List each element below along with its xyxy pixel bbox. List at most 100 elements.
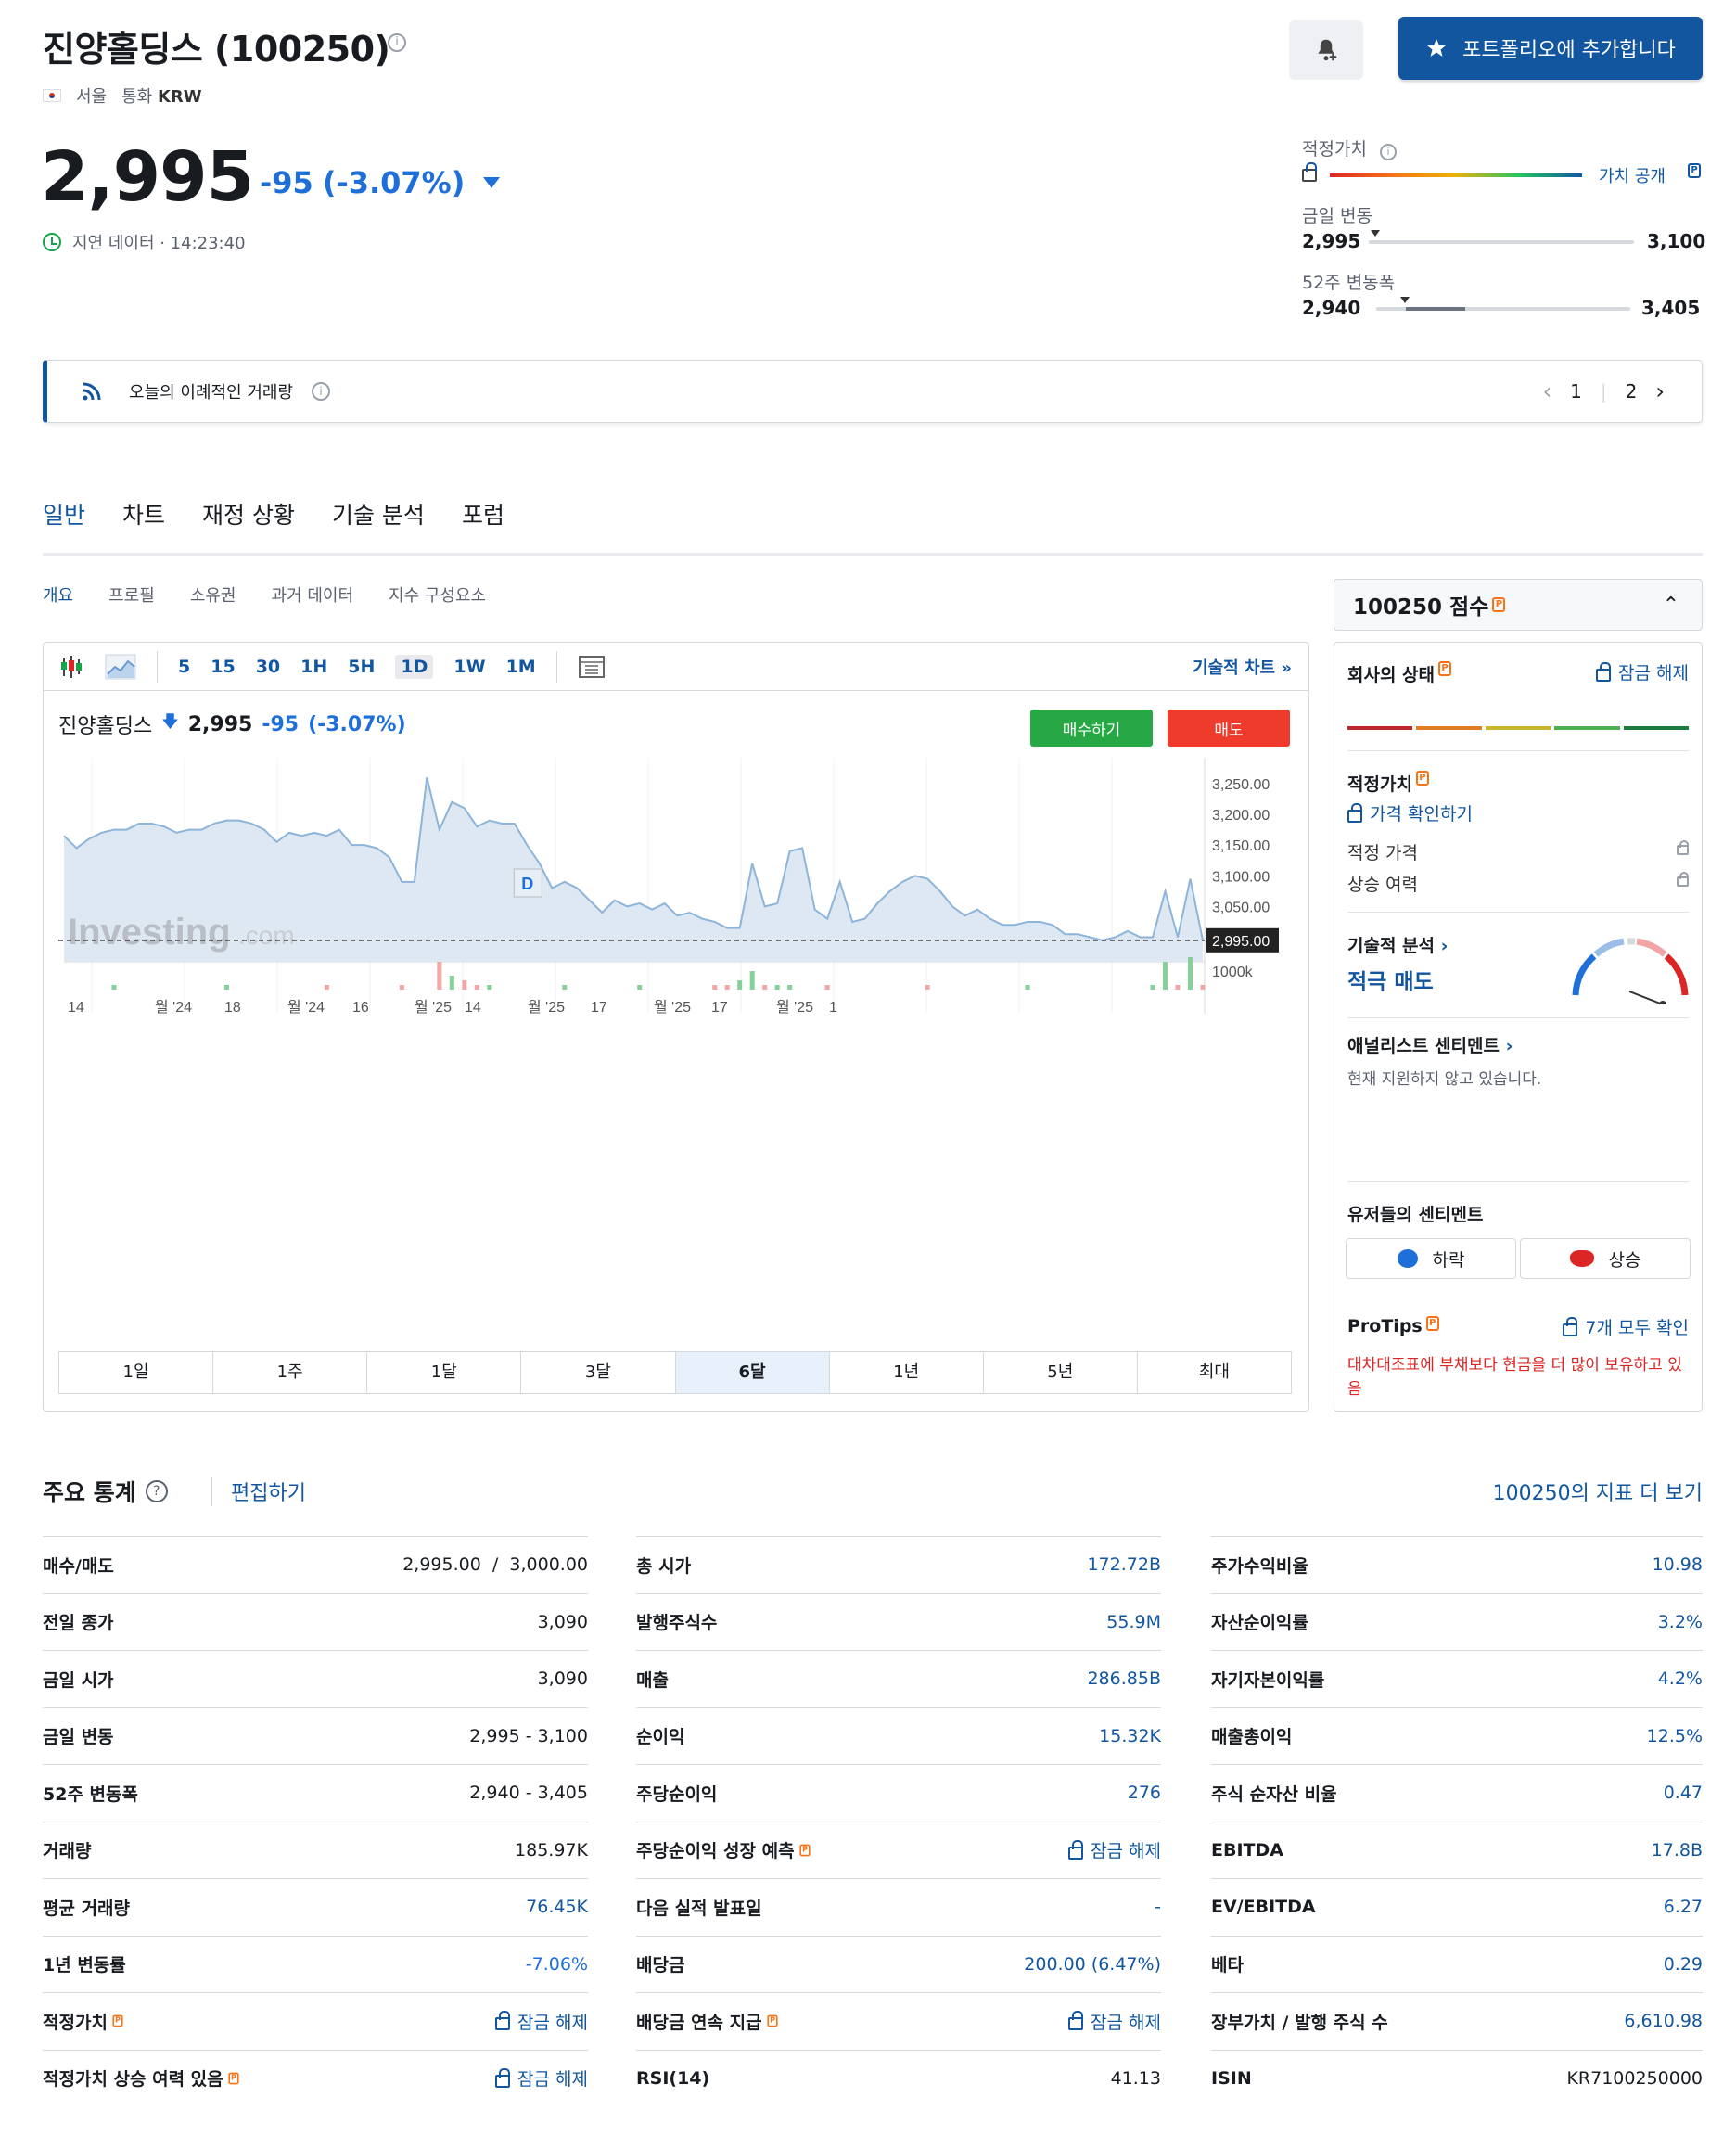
range-max[interactable]: 최대 [1138,1352,1291,1393]
technical-chart-link[interactable]: 기술적 차트 » [1193,655,1292,679]
analyst-sentiment-link[interactable]: 애널리스트 센티멘트 › [1347,1032,1513,1057]
subtab-overview[interactable]: 개요 [43,582,73,607]
stat-value[interactable]: 10.98 [1653,1554,1703,1575]
tab-technical[interactable]: 기술 분석 [332,497,425,556]
stat-value[interactable]: 200.00 (6.47%) [1024,1954,1161,1975]
stat-label: 다음 실적 발표일 [636,1898,762,1919]
info-icon[interactable]: i [312,382,331,401]
volume-bar [774,985,780,990]
stat-label: 주당순이익 [636,1784,718,1805]
unlock-link[interactable]: 잠금 해제 [1068,2009,1161,2034]
health-segment [1623,726,1690,730]
unlock-link[interactable]: 잠금 해제 [1068,1837,1161,1862]
range-1w[interactable]: 1주 [213,1352,368,1393]
tab-financials[interactable]: 재정 상황 [202,497,295,556]
stat-row: EV/EBITDA 6.27 [1211,1878,1703,1936]
sell-button[interactable]: 매도 [1168,710,1290,747]
stat-value[interactable]: 3.2% [1658,1612,1703,1632]
chevron-up-icon[interactable]: ⌃ [1663,594,1679,617]
stat-value[interactable]: 17.8B [1652,1840,1703,1860]
bullish-button[interactable]: 상승 [1520,1238,1691,1279]
interval-1h[interactable]: 1H [300,657,327,677]
subtab-historical[interactable]: 과거 데이터 [272,582,354,607]
stat-value[interactable]: 172.72B [1087,1554,1161,1575]
interval-1w[interactable]: 1W [453,657,485,677]
stat-value[interactable]: 55.9M [1106,1612,1161,1632]
stat-value[interactable]: 6.27 [1664,1897,1703,1917]
range-5y[interactable]: 5년 [984,1352,1138,1393]
day-range-bar [1369,240,1634,244]
stat-value[interactable]: 12.5% [1647,1726,1703,1746]
stat-value[interactable]: 4.2% [1658,1669,1703,1689]
range-1y[interactable]: 1년 [830,1352,984,1393]
more-metrics-link[interactable]: 100250의 지표 더 보기 [1391,1477,1703,1506]
interval-5h[interactable]: 5H [348,657,375,677]
range-3m[interactable]: 3달 [521,1352,676,1393]
unusual-volume-banner[interactable]: 오늘의 이례적인 거래량 i ‹ 1 | 2 › [43,360,1703,423]
score-header[interactable]: 100250 점수 P ⌃ [1334,579,1703,631]
tab-chart[interactable]: 차트 [122,497,165,556]
chart-toolbar: 5 15 30 1H 5H 1D 1W 1M 기술적 차트 » [44,643,1308,691]
interval-1m[interactable]: 1M [506,657,536,677]
page-2[interactable]: 2 [1626,380,1638,403]
page-1[interactable]: 1 [1570,380,1582,403]
edit-stats-link[interactable]: 편집하기 [211,1477,306,1506]
stat-value[interactable]: 6,610.98 [1624,2011,1703,2031]
unlock-link[interactable]: 잠금 해제 [495,2009,588,2034]
add-alert-button[interactable] [1289,20,1363,80]
area-chart-icon[interactable] [105,654,136,680]
stat-value[interactable]: 15.32K [1099,1726,1161,1746]
subtab-ownership[interactable]: 소유권 [190,582,236,607]
stat-value[interactable]: 286.85B [1087,1669,1161,1689]
stat-value: 3,090 [537,1669,588,1690]
check-price-link[interactable]: 가격 확인하기 [1347,800,1473,825]
stat-value[interactable]: 0.29 [1664,1954,1703,1975]
info-icon[interactable]: i [388,33,406,52]
protips-title: ProTips P [1347,1316,1439,1336]
y-tick-label: 3,250.00 [1212,777,1270,793]
volume-bar [1163,962,1168,990]
stat-value[interactable]: 0.47 [1664,1783,1703,1803]
stat-value[interactable]: 76.45K [526,1897,588,1917]
tab-forum[interactable]: 포럼 [462,497,504,556]
unlock-link[interactable]: 잠금 해제 [495,2065,588,2090]
add-to-portfolio-button[interactable]: 포트폴리오에 추가합니다 [1398,17,1703,80]
buy-button[interactable]: 매수하기 [1030,710,1153,747]
interval-30[interactable]: 30 [256,657,280,677]
stat-value[interactable]: 276 [1128,1783,1161,1803]
pro-badge-icon: P [798,1844,811,1857]
interval-5[interactable]: 5 [178,657,190,677]
range-1d[interactable]: 1일 [59,1352,214,1393]
interval-15[interactable]: 15 [211,657,235,677]
next-page-icon[interactable]: › [1655,378,1665,404]
chart-header: 진양홀딩스 🡇 2,995 -95 (-3.07%) [58,710,406,739]
stat-row: 1년 변동률 -7.06% [43,1935,588,1993]
info-icon[interactable]: i [1379,144,1397,160]
bear-icon [1397,1249,1418,1268]
tab-general[interactable]: 일반 [43,497,86,556]
reveal-value-link[interactable]: 가치 공개 [1599,163,1666,187]
health-unlock-link[interactable]: 잠금 해제 [1596,659,1689,684]
stat-label: 자기자본이익률 [1211,1669,1325,1691]
protips-view-all-link[interactable]: 7개 모두 확인 [1563,1314,1689,1339]
subtab-components[interactable]: 지수 구성요소 [389,582,486,607]
volume-bar [724,985,730,990]
exchange-info: 서울 통화 KRW [43,83,202,108]
volume-bar [474,985,479,990]
candlestick-icon[interactable] [58,654,84,680]
table-view-icon[interactable] [578,654,606,680]
day-low: 2,995 [1302,230,1361,252]
range-6m[interactable]: 6달 [675,1352,830,1393]
interval-1d[interactable]: 1D [395,654,434,679]
delay-info: 지연 데이터 · 14:23:40 [43,230,246,254]
stat-value[interactable]: - [1155,1897,1161,1917]
star-icon [1427,39,1447,57]
range-1m[interactable]: 1달 [367,1352,522,1393]
help-icon[interactable]: ? [145,1480,168,1502]
price-chart[interactable]: Investing .com 2,995.00 3,250.00 3,200.00 3,1… [44,758,1308,1027]
chart-change-pct: (-3.07%) [308,712,406,736]
technical-analysis-link[interactable]: 기술적 분석 › [1347,932,1448,957]
bearish-button[interactable]: 하락 [1346,1238,1516,1279]
prev-page-icon[interactable]: ‹ [1543,378,1552,404]
subtab-profile[interactable]: 프로필 [108,582,155,607]
